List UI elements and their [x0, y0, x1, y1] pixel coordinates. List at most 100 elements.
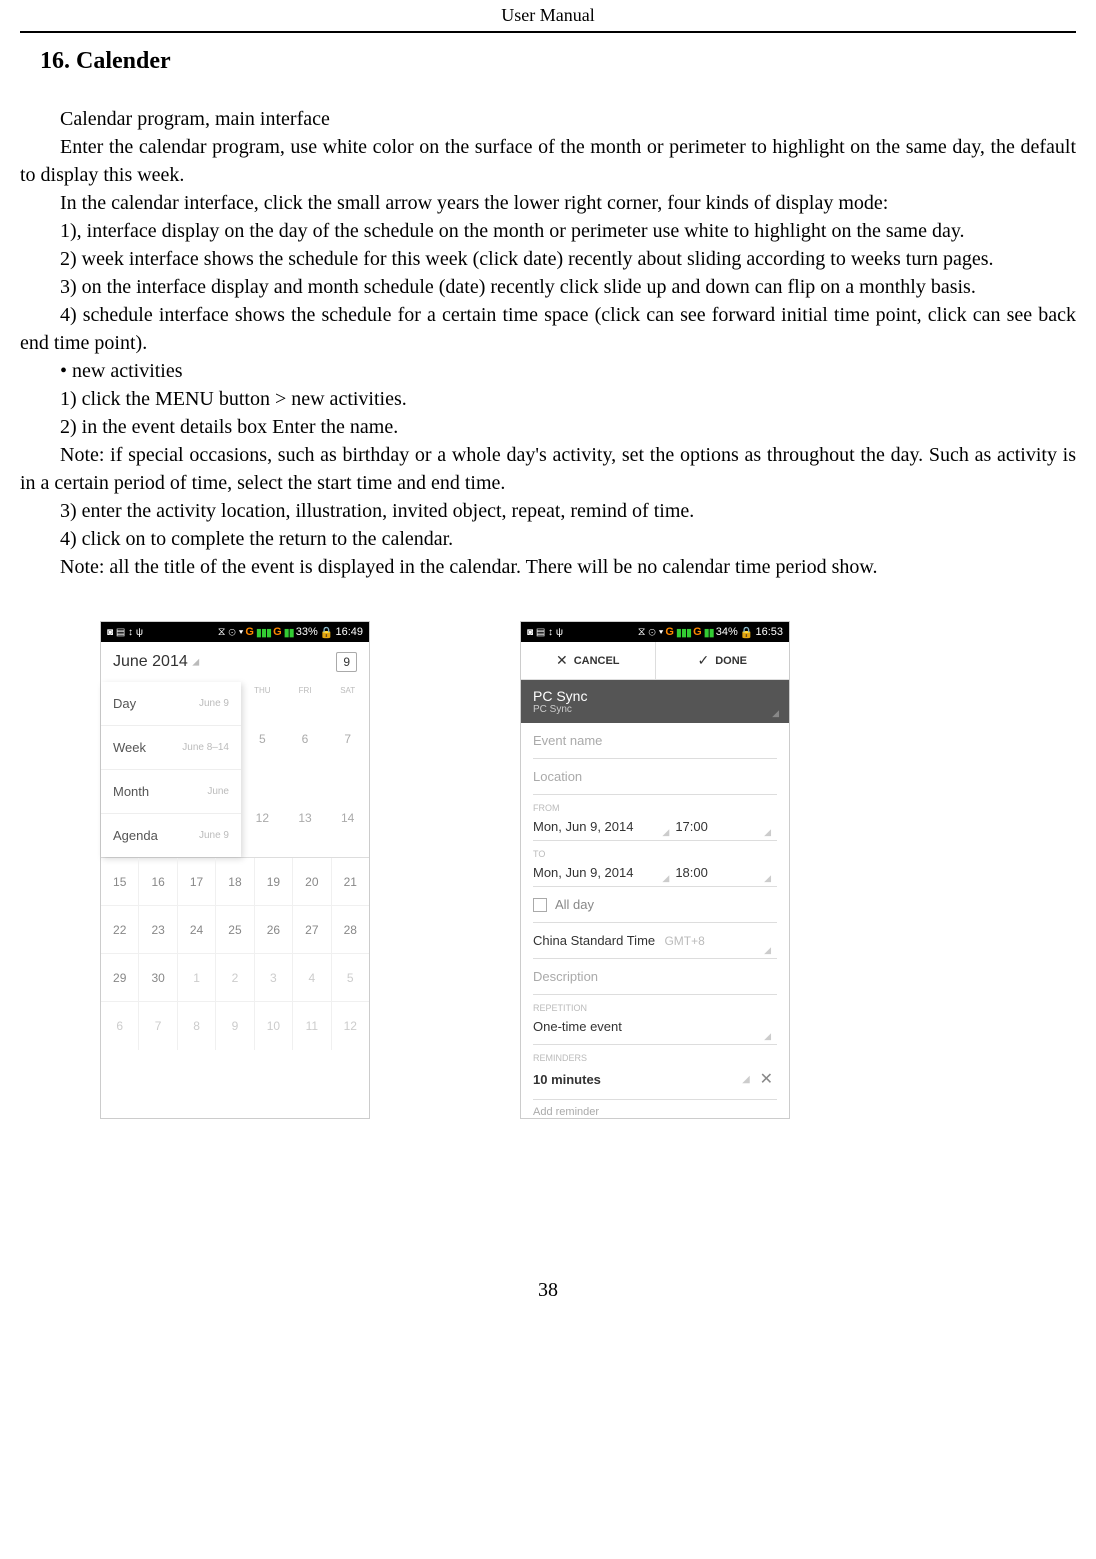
- status-bar: ◙ ▤ ↕ ψ ⧖ ⊙ ▾ G ▮▮▮ G ▮▮ 33% 🔒 16:49: [101, 622, 369, 642]
- cal-cell[interactable]: 8: [178, 1002, 216, 1050]
- event-fields: Event name Location FROM Mon, Jun 9, 201…: [521, 723, 789, 1118]
- dropdown-icon: ◢: [662, 873, 669, 884]
- location-input[interactable]: Location: [533, 759, 777, 795]
- remove-reminder-button[interactable]: ✕: [756, 1069, 777, 1089]
- dropdown-icon: ◢: [192, 656, 199, 666]
- cal-cell[interactable]: 18: [216, 858, 254, 905]
- para: 2) in the event details box Enter the na…: [20, 413, 1076, 441]
- cal-cell[interactable]: 12: [332, 1002, 369, 1050]
- para: 4) schedule interface shows the schedule…: [20, 301, 1076, 357]
- bluetooth-icon: ⧖ ⊙ ▾: [638, 626, 664, 639]
- cal-cell[interactable]: 5: [332, 954, 369, 1001]
- to-time-picker[interactable]: 18:00◢: [675, 859, 777, 886]
- para: Enter the calendar program, use white co…: [20, 133, 1076, 189]
- cal-cell[interactable]: 6: [101, 1002, 139, 1050]
- para: 2) week interface shows the schedule for…: [20, 245, 1076, 273]
- account-sub: PC Sync: [533, 704, 777, 715]
- repetition-selector[interactable]: One-time event◢: [533, 1013, 777, 1045]
- cal-cell[interactable]: 2: [216, 954, 254, 1001]
- allday-checkbox[interactable]: All day: [533, 887, 777, 923]
- calendar-upper: DayJune 9 WeekJune 8–14 MonthJune Agenda…: [101, 682, 369, 858]
- mode-day[interactable]: DayJune 9: [101, 682, 241, 726]
- para: Note: if special occasions, such as birt…: [20, 441, 1076, 497]
- para: 1) click the MENU button > new activitie…: [20, 385, 1076, 413]
- check-icon: ✓: [697, 652, 709, 669]
- done-button[interactable]: ✓DONE: [656, 642, 790, 679]
- para: 3) enter the activity location, illustra…: [20, 497, 1076, 525]
- dropdown-icon: ◢: [764, 1031, 771, 1042]
- description-input[interactable]: Description: [533, 959, 777, 995]
- partial-grid: THU FRI SAT 5 6 7 12 13 14: [241, 682, 369, 857]
- reminder-selector[interactable]: 10 minutes◢: [533, 1072, 756, 1087]
- cal-cell[interactable]: 12: [241, 778, 284, 857]
- para: 1), interface display on the day of the …: [20, 217, 1076, 245]
- cal-cell[interactable]: 29: [101, 954, 139, 1001]
- signal-g-icon: G: [693, 626, 702, 638]
- signal-g-icon: G: [273, 626, 282, 638]
- cal-cell[interactable]: 20: [293, 858, 331, 905]
- cancel-button[interactable]: ✕CANCEL: [521, 642, 656, 679]
- cal-cell[interactable]: 19: [255, 858, 293, 905]
- today-button[interactable]: 9: [336, 652, 357, 672]
- from-time-picker[interactable]: 17:00◢: [675, 813, 777, 840]
- cal-cell[interactable]: 11: [293, 1002, 331, 1050]
- cal-cell[interactable]: 6: [284, 699, 327, 778]
- reminders-label: REMINDERS: [533, 1053, 777, 1063]
- cal-cell[interactable]: 21: [332, 858, 369, 905]
- month-header[interactable]: June 2014 ◢ 9: [101, 642, 369, 682]
- cal-cell[interactable]: 24: [178, 906, 216, 953]
- cal-cell[interactable]: 14: [326, 778, 369, 857]
- mode-week[interactable]: WeekJune 8–14: [101, 726, 241, 770]
- cal-cell[interactable]: 28: [332, 906, 369, 953]
- cal-cell[interactable]: 3: [255, 954, 293, 1001]
- para: Calendar program, main interface: [20, 105, 1076, 133]
- para: Note: all the title of the event is disp…: [20, 553, 1076, 581]
- cal-cell[interactable]: 10: [255, 1002, 293, 1050]
- cal-cell[interactable]: 1: [178, 954, 216, 1001]
- cal-cell[interactable]: 9: [216, 1002, 254, 1050]
- reminder-row: 10 minutes◢ ✕: [533, 1063, 777, 1100]
- screenshots-container: ◙ ▤ ↕ ψ ⧖ ⊙ ▾ G ▮▮▮ G ▮▮ 33% 🔒 16:49 Jun…: [100, 621, 1076, 1119]
- calendar-grid: 1516171819202122232425262728293012345678…: [101, 858, 369, 1050]
- account-title: PC Sync: [533, 688, 777, 704]
- cal-cell[interactable]: 22: [101, 906, 139, 953]
- signal-g-icon: G: [665, 626, 674, 638]
- signal-bars-icon: ▮▮: [284, 626, 294, 639]
- cal-cell[interactable]: 5: [241, 699, 284, 778]
- status-icons-right: ⧖ ⊙ ▾ G ▮▮▮ G ▮▮ 34% 🔒 16:53: [638, 626, 783, 639]
- para: In the calendar interface, click the sma…: [20, 189, 1076, 217]
- cal-cell[interactable]: 7: [139, 1002, 177, 1050]
- cal-cell[interactable]: 4: [293, 954, 331, 1001]
- dropdown-icon: ◢: [772, 708, 779, 719]
- add-reminder-link[interactable]: Add reminder: [533, 1100, 777, 1118]
- day-head: FRI: [284, 682, 327, 699]
- cal-cell[interactable]: 7: [326, 699, 369, 778]
- event-name-input[interactable]: Event name: [533, 723, 777, 759]
- calendar-account-selector[interactable]: PC Sync PC Sync ◢: [521, 680, 789, 723]
- cal-cell[interactable]: 27: [293, 906, 331, 953]
- page-header: User Manual: [20, 0, 1076, 33]
- cal-cell[interactable]: 25: [216, 906, 254, 953]
- signal-bars-icon: ▮▮: [704, 626, 714, 639]
- from-label: FROM: [533, 803, 777, 813]
- dropdown-icon: ◢: [764, 945, 771, 956]
- timezone-selector[interactable]: China Standard Time GMT+8 ◢: [533, 923, 777, 959]
- cal-cell[interactable]: 13: [284, 778, 327, 857]
- cal-cell[interactable]: 23: [139, 906, 177, 953]
- from-date-picker[interactable]: Mon, Jun 9, 2014◢: [533, 813, 675, 840]
- status-bar: ◙ ▤ ↕ ψ ⧖ ⊙ ▾ G ▮▮▮ G ▮▮ 34% 🔒 16:53: [521, 622, 789, 642]
- from-row: Mon, Jun 9, 2014◢ 17:00◢: [533, 813, 777, 841]
- cal-cell[interactable]: 30: [139, 954, 177, 1001]
- to-label: TO: [533, 849, 777, 859]
- mode-agenda[interactable]: AgendaJune 9: [101, 814, 241, 857]
- status-icons-left: ◙ ▤ ↕ ψ: [527, 627, 563, 638]
- to-row: Mon, Jun 9, 2014◢ 18:00◢: [533, 859, 777, 887]
- cal-cell[interactable]: 15: [101, 858, 139, 905]
- to-date-picker[interactable]: Mon, Jun 9, 2014◢: [533, 859, 675, 886]
- cal-cell[interactable]: 16: [139, 858, 177, 905]
- cal-cell[interactable]: 17: [178, 858, 216, 905]
- form-actions: ✕CANCEL ✓DONE: [521, 642, 789, 680]
- cal-cell[interactable]: 26: [255, 906, 293, 953]
- cal-week: 15161718192021: [101, 858, 369, 906]
- mode-month[interactable]: MonthJune: [101, 770, 241, 814]
